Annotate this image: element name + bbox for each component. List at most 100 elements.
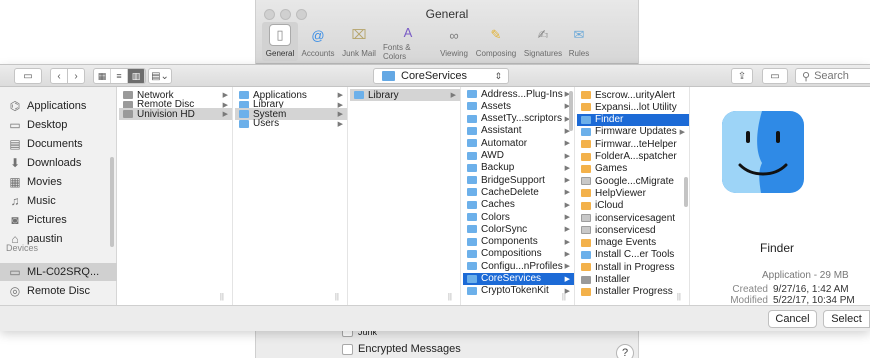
browser-column-5[interactable]: Escrow...urityAlert Expansi...lot Utility…: [577, 87, 690, 305]
mailbox-row-encrypted[interactable]: Encrypted Messages: [342, 343, 461, 355]
sidebar-device-remote-disc[interactable]: ◎ Remote Disc: [8, 282, 113, 300]
prefs-tab-fonts-colors[interactable]: A Fonts & Colors: [380, 22, 436, 62]
document-icon: [581, 214, 591, 222]
list-item[interactable]: Games: [577, 163, 689, 175]
list-item[interactable]: Caches ▶: [463, 199, 574, 211]
list-item[interactable]: Users ▶: [235, 118, 347, 130]
list-item[interactable]: Components ▶: [463, 236, 574, 248]
list-item[interactable]: Finder: [577, 113, 689, 126]
list-item-label: Address...Plug-Ins: [481, 88, 563, 100]
tag-button[interactable]: ▭: [762, 68, 788, 84]
column-resize-handle[interactable]: ||: [562, 292, 566, 301]
help-viewer-icon: [581, 189, 591, 198]
column-scrollbar[interactable]: [569, 91, 573, 131]
list-item[interactable]: CoreServices ▶: [463, 272, 574, 285]
search-placeholder: Search: [814, 70, 849, 82]
list-item[interactable]: FolderA...spatcher: [577, 151, 689, 163]
prefs-tab-accounts[interactable]: @ Accounts: [298, 22, 338, 61]
sidebar-item-pictures[interactable]: ◙ Pictures: [8, 211, 113, 229]
view-mode-control[interactable]: ▦ ≡ ▥: [93, 68, 146, 84]
list-item[interactable]: Configu...nProfiles ▶: [463, 260, 574, 272]
prefs-tab-rules[interactable]: ✉ Rules: [566, 22, 592, 61]
select-button[interactable]: Select: [823, 310, 870, 328]
list-item[interactable]: Address...Plug-Ins ▶: [463, 88, 574, 100]
prefs-tab-signatures[interactable]: ✍ Signatures: [520, 22, 566, 61]
list-item[interactable]: AWD ▶: [463, 150, 574, 162]
column-resize-handle[interactable]: ||: [220, 292, 224, 301]
sidebar-item-movies[interactable]: ▦ Movies: [8, 173, 113, 191]
column-view-icon[interactable]: ▥: [128, 69, 145, 83]
sidebar-scrollbar[interactable]: [110, 157, 114, 247]
help-button[interactable]: ?: [616, 344, 634, 358]
list-item[interactable]: Expansi...lot Utility: [577, 101, 689, 113]
share-icon: ⇪: [737, 70, 747, 82]
list-item[interactable]: iconservicesagent: [577, 212, 689, 224]
column-resize-handle[interactable]: ||: [335, 292, 339, 301]
list-item[interactable]: Install C...er Tools: [577, 249, 689, 261]
list-item[interactable]: Installer: [577, 274, 689, 286]
column-resize-handle[interactable]: ||: [677, 292, 681, 301]
checkbox[interactable]: [342, 343, 353, 355]
prefs-tab-label: Signatures: [523, 49, 563, 58]
list-item[interactable]: Library ▶: [350, 89, 460, 101]
list-item[interactable]: BridgeSupport ▶: [463, 174, 574, 186]
browser-column-4[interactable]: Address...Plug-Ins ▶ Assets ▶ AssetTy...scri…: [463, 87, 575, 305]
document-icon: [581, 226, 591, 235]
list-item[interactable]: Backup ▶: [463, 162, 574, 174]
sidebar-toggle-button[interactable]: ▭: [14, 68, 42, 84]
list-item[interactable]: Google...cMigrate: [577, 175, 689, 187]
sidebar-item-applications[interactable]: ⌬ Applications: [8, 97, 113, 115]
column-scrollbar[interactable]: [684, 177, 688, 207]
preview-name: Finder: [760, 241, 795, 255]
icon-view-icon[interactable]: ▦: [94, 69, 111, 83]
app-icon: [581, 263, 591, 272]
sidebar-item-documents[interactable]: ▤ Documents: [8, 135, 113, 153]
prefs-tab-viewing[interactable]: ∞ Viewing: [436, 22, 472, 61]
cancel-button[interactable]: Cancel: [768, 310, 817, 328]
list-item[interactable]: Assistant ▶: [463, 125, 574, 137]
app-icon: [581, 152, 591, 161]
list-item[interactable]: Firmwar...teHelper: [577, 138, 689, 150]
arrange-button[interactable]: ▤⌄: [148, 68, 172, 84]
column-resize-handle[interactable]: ||: [448, 292, 452, 301]
list-item[interactable]: Firmware Updates ▶: [577, 126, 689, 138]
list-item[interactable]: HelpViewer: [577, 187, 689, 199]
list-item[interactable]: Assets ▶: [463, 100, 574, 112]
list-item[interactable]: Compositions ▶: [463, 248, 574, 260]
list-view-icon[interactable]: ≡: [111, 69, 128, 83]
prefs-tab-general[interactable]: ▯ General: [262, 22, 298, 61]
sidebar-item-desktop[interactable]: ▭ Desktop: [8, 116, 113, 134]
list-item[interactable]: AssetTy...scriptors ▶: [463, 113, 574, 125]
list-item[interactable]: Escrow...urityAlert: [577, 89, 689, 101]
sidebar-item-label: Remote Disc: [27, 285, 90, 297]
share-button[interactable]: ⇪: [731, 68, 753, 84]
sidebar-item-downloads[interactable]: ⬇ Downloads: [8, 154, 113, 172]
forward-button[interactable]: ›: [67, 68, 85, 84]
arrange-icon: ▤⌄: [151, 70, 169, 82]
list-item[interactable]: Automator ▶: [463, 137, 574, 149]
browser-column-2[interactable]: Applications ▶ Library ▶ System ▶ Users ▶ ||: [235, 87, 348, 305]
list-item[interactable]: Colors ▶: [463, 211, 574, 223]
prefs-tab-junk-mail[interactable]: ⌧ Junk Mail: [338, 22, 380, 61]
drive-icon: [123, 110, 133, 119]
location-popup[interactable]: CoreServices ⇕: [373, 68, 509, 84]
list-item-label: Colors: [481, 211, 510, 223]
sidebar-item-music[interactable]: ♫ Music: [8, 192, 113, 210]
list-item-label: Firmware Updates: [595, 126, 677, 138]
list-item[interactable]: Univision HD ▶: [119, 108, 232, 121]
list-item[interactable]: ColorSync ▶: [463, 223, 574, 235]
list-item[interactable]: CryptoTokenKit ▶: [463, 285, 574, 297]
laptop-icon: ▭: [9, 265, 21, 279]
list-item[interactable]: CacheDelete ▶: [463, 186, 574, 198]
browser-column-1[interactable]: Network ▶ Remote Disc ▶ Univision HD ▶ ||: [119, 87, 233, 305]
search-field[interactable]: ⚲ Search: [795, 68, 870, 84]
prefs-tab-composing[interactable]: ✎ Composing: [472, 22, 520, 61]
list-item[interactable]: Installer Progress: [577, 286, 689, 298]
sidebar-device-ml-c02srq-[interactable]: ▭ ML-C02SRQ...: [0, 263, 117, 281]
list-item[interactable]: iCloud: [577, 200, 689, 212]
back-button[interactable]: ‹: [50, 68, 68, 84]
list-item[interactable]: Install in Progress: [577, 261, 689, 273]
list-item[interactable]: iconservicesd: [577, 224, 689, 236]
list-item[interactable]: Image Events: [577, 237, 689, 249]
browser-column-3[interactable]: Library ▶ ||: [350, 87, 461, 305]
